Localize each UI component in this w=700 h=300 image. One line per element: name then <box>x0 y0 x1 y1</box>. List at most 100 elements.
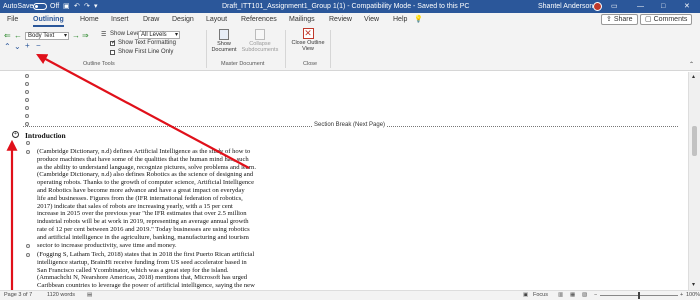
tab-home[interactable]: Home <box>80 13 99 27</box>
paragraph-line: industrial robots will be at work in 201… <box>37 218 249 226</box>
show-level-icon: ☰ <box>101 32 107 38</box>
tab-review[interactable]: Review <box>329 13 352 27</box>
redo-icon[interactable]: ↷ <box>84 0 90 13</box>
print-layout-icon[interactable]: ▦ <box>570 291 575 300</box>
document-icon <box>219 29 229 40</box>
outline-bullet[interactable] <box>25 90 29 94</box>
tab-help[interactable]: Help <box>393 13 407 27</box>
avatar[interactable] <box>593 2 602 11</box>
outline-bullet[interactable] <box>25 74 29 78</box>
collapse-icon[interactable]: − <box>36 41 41 50</box>
page-indicator[interactable]: Page 3 of 7 <box>4 291 32 300</box>
show-text-formatting-checkbox[interactable] <box>110 39 116 46</box>
undo-icon[interactable]: ↶ <box>74 0 80 13</box>
promote-icon[interactable]: ← <box>14 31 22 40</box>
tab-outlining[interactable]: Outlining <box>33 13 64 27</box>
close-outline-view-button[interactable]: ✕ Close Outline View <box>290 28 326 59</box>
title-bar: AutoSave Off ▣ ↶ ↷ ▾ Draft_ITT101_Assign… <box>0 0 700 13</box>
scrollbar-thumb[interactable] <box>692 126 697 156</box>
web-layout-icon[interactable]: ▧ <box>582 291 587 300</box>
expand-icon[interactable]: + <box>25 41 30 50</box>
move-up-icon[interactable]: ⌃ <box>4 42 11 51</box>
paragraph-line: (Cambridge Dictionary, n.d) also defines… <box>37 171 254 179</box>
tab-insert[interactable]: Insert <box>111 13 129 27</box>
outline-bullet[interactable] <box>26 244 30 248</box>
move-down-icon[interactable]: ⌄ <box>14 42 21 51</box>
comments-button[interactable]: ▢ Comments <box>640 14 693 25</box>
paragraph-line: produce machines that have some of the q… <box>37 155 249 163</box>
outline-level-value: Body Text <box>28 33 55 39</box>
close-icon[interactable]: ✕ <box>684 0 690 13</box>
outline-level-select[interactable]: Body Text ▾ <box>25 32 69 40</box>
comment-icon: ▢ <box>645 16 654 23</box>
close-outline-icon: ✕ <box>302 28 314 39</box>
tab-mailings[interactable]: Mailings <box>289 13 315 27</box>
body-paragraph[interactable]: (Cambridge Dictionary, n.d) defines Arti… <box>37 148 325 249</box>
status-bar: Page 3 of 7 1120 words ▤ ▣ Focus ▥ ▦ ▧ −… <box>0 290 700 300</box>
outline-tools-group-label: Outline Tools <box>83 61 115 67</box>
outline-bullet[interactable] <box>26 150 30 154</box>
autosave-label: AutoSave <box>3 3 34 10</box>
share-icon: ⇪ <box>606 16 614 23</box>
outline-bullet[interactable] <box>25 98 29 102</box>
heading-introduction[interactable]: Introduction <box>25 131 66 140</box>
customize-toolbar-icon[interactable]: ▾ <box>94 0 98 13</box>
paragraph-line: (Cambridge Dictionary, n.d) defines Arti… <box>37 148 251 155</box>
read-mode-icon[interactable]: ▥ <box>558 291 563 300</box>
focus-icon[interactable]: ▣ <box>523 291 528 300</box>
outline-bullet[interactable] <box>26 141 30 145</box>
body-paragraph[interactable]: (Fogging S, Latham Tech, 2018) states th… <box>37 251 325 290</box>
show-first-line-only-checkbox[interactable] <box>110 50 115 55</box>
collapse-subdocuments-button[interactable]: Collapse Subdocuments <box>240 29 280 59</box>
tab-view[interactable]: View <box>364 13 379 27</box>
promote-to-heading1-icon[interactable]: ⇐ <box>4 31 11 40</box>
tab-references[interactable]: References <box>241 13 277 27</box>
lightbulb-icon[interactable]: 💡 <box>414 13 423 27</box>
tab-design[interactable]: Design <box>172 13 194 27</box>
share-button[interactable]: ⇪ Share <box>601 14 638 25</box>
collapse-ribbon-icon[interactable]: ⌃ <box>689 61 694 68</box>
proofing-icon[interactable]: ▤ <box>87 291 92 300</box>
paragraph-line: as the ability to understand language, r… <box>37 163 256 171</box>
paragraph-line: Caribbean countries to leverage the powe… <box>37 282 255 290</box>
demote-icon[interactable]: → <box>72 31 80 40</box>
zoom-in-icon[interactable]: + <box>680 291 683 300</box>
minimize-icon[interactable]: — <box>637 0 644 13</box>
demote-to-body-text-icon[interactable]: ⇒ <box>82 31 89 40</box>
show-level-value: All Levels <box>141 32 167 38</box>
paragraph-line: rate of 12 per cent between 2016 and 201… <box>37 225 250 233</box>
outline-bullet[interactable] <box>25 114 29 118</box>
paragraph-line: (Fogging S, Latham Tech, 2018) states th… <box>37 251 255 258</box>
zoom-slider[interactable] <box>600 292 678 299</box>
paragraph-line: 2017) indicate that sales of robots are … <box>37 202 233 210</box>
ribbon-display-options-icon[interactable]: ▭ <box>611 0 618 13</box>
chevron-down-icon: ▾ <box>63 33 67 39</box>
share-label: Share <box>613 16 633 23</box>
outline-bullet[interactable] <box>25 106 29 110</box>
word-count[interactable]: 1120 words <box>47 291 75 300</box>
vertical-scrollbar[interactable]: ▴ ▾ <box>688 72 700 290</box>
tab-layout[interactable]: Layout <box>206 13 227 27</box>
scroll-down-icon[interactable]: ▾ <box>692 281 695 288</box>
group-separator <box>330 30 331 68</box>
save-icon[interactable]: ▣ <box>63 0 70 13</box>
paragraph-line: San Francisco called Ycombinator, which … <box>37 266 229 274</box>
zoom-level[interactable]: 100% <box>686 291 700 300</box>
heading-expand-icon[interactable]: + <box>12 131 19 138</box>
autosave-toggle[interactable] <box>33 3 47 10</box>
focus-label[interactable]: Focus <box>533 291 548 300</box>
autosave-state: Off <box>50 3 60 10</box>
restore-icon[interactable]: □ <box>661 0 665 13</box>
zoom-out-icon[interactable]: − <box>594 291 597 300</box>
comments-label: Comments <box>653 16 688 23</box>
user-name[interactable]: Shantel Anderson <box>538 0 593 13</box>
collapse-subdocuments-label: Collapse Subdocuments <box>241 41 279 53</box>
show-document-button[interactable]: Show Document <box>210 29 238 59</box>
outline-bullet[interactable] <box>26 253 30 257</box>
scroll-up-icon[interactable]: ▴ <box>692 73 695 80</box>
show-level-select[interactable]: All Levels ▾ <box>138 31 180 39</box>
paragraph-line: intelligence startup, BrainHi receive fu… <box>37 258 247 266</box>
outline-bullet[interactable] <box>25 82 29 86</box>
tab-file[interactable]: File <box>7 13 18 27</box>
tab-draw[interactable]: Draw <box>143 13 159 27</box>
